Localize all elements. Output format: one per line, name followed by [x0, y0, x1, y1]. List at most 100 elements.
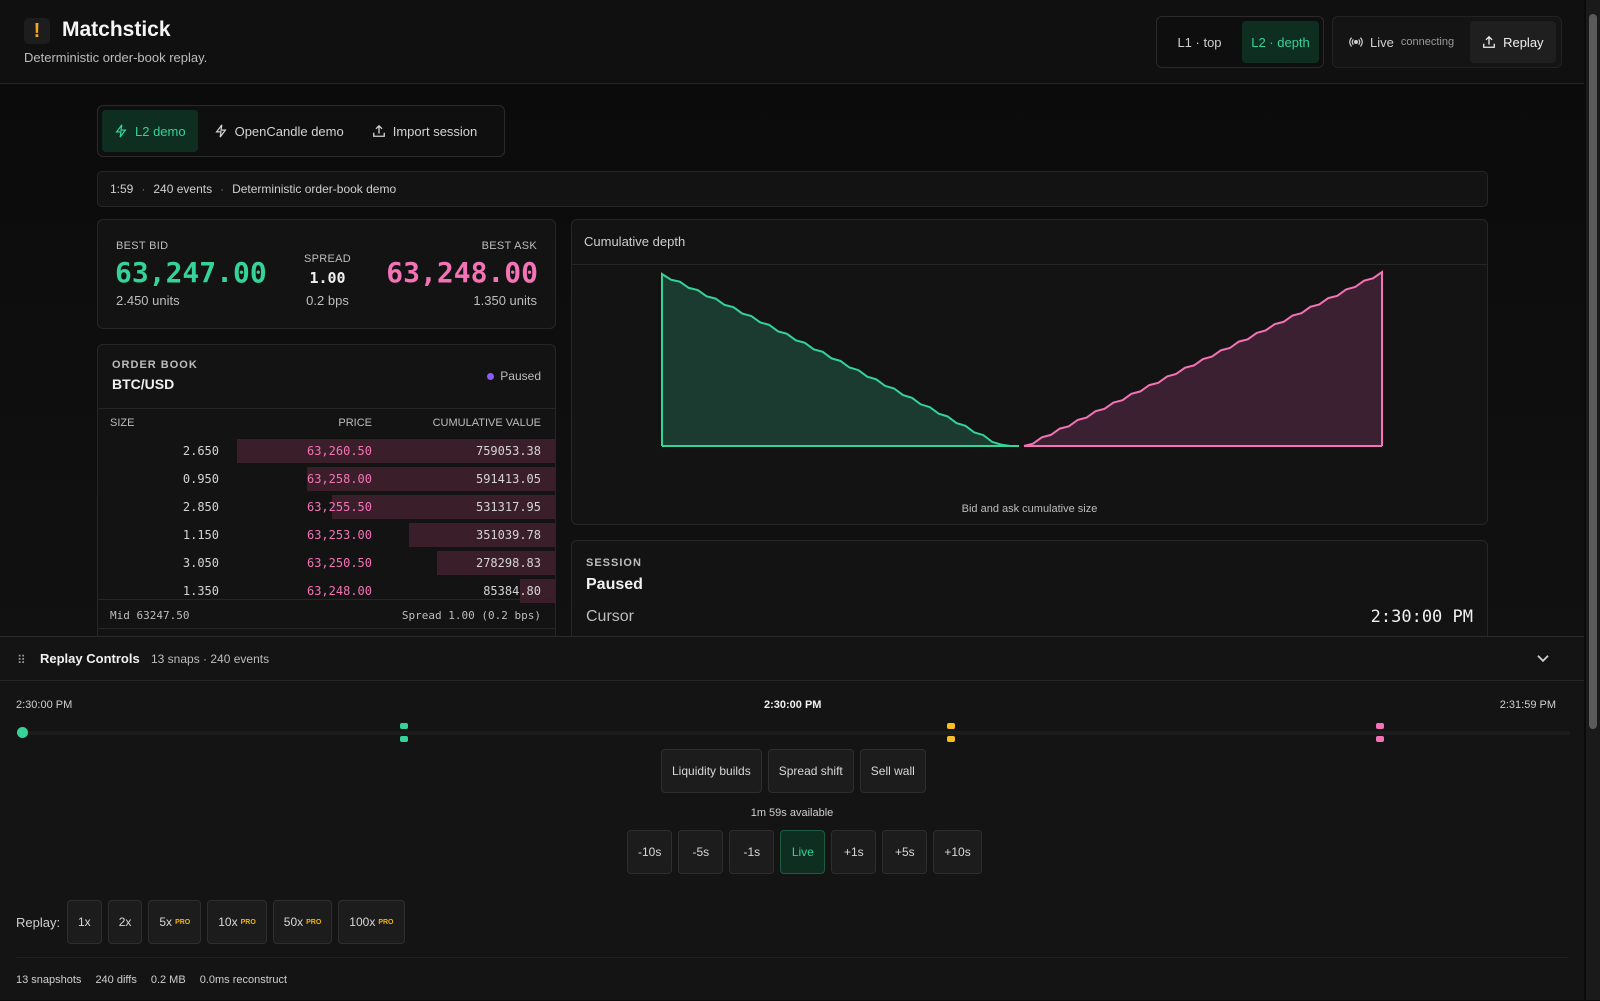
- depth-chart-caption: Bid and ask cumulative size: [961, 503, 1098, 515]
- pro-badge: PRO: [175, 918, 191, 926]
- step-forward-5s-button[interactable]: +5s: [882, 830, 928, 874]
- timeline-event-marker[interactable]: [400, 723, 409, 743]
- ask-size: 1.350: [182, 584, 219, 598]
- ask-price: 63,253.00: [306, 528, 372, 542]
- source-tab-l2-demo[interactable]: L2 demo: [102, 110, 198, 152]
- speed-label: 5x: [159, 915, 173, 929]
- ask-row: 0.950 63,258.00 591413.05: [98, 465, 555, 493]
- best-ask-value: 63,248.00: [386, 256, 538, 289]
- pro-badge: PRO: [378, 918, 394, 926]
- scrollbar-thumb[interactable]: [1589, 14, 1597, 729]
- replay-label: Replay: [1503, 34, 1544, 50]
- session-description: Deterministic order-book demo: [232, 182, 397, 196]
- level-l2-button[interactable]: L2 · depth: [1242, 21, 1319, 63]
- ask-row: 1.150 63,253.00 351039.78: [98, 521, 555, 549]
- ask-size: 0.950: [182, 472, 219, 486]
- step-forward-10s-button[interactable]: +10s: [933, 830, 982, 874]
- step-back-5s-button[interactable]: -5s: [678, 830, 724, 874]
- available-duration: 1m 59s available: [750, 807, 834, 819]
- speed-label: 1x: [78, 915, 91, 929]
- event-jump-buttons: Liquidity builds Spread shift Sell wall: [661, 749, 926, 793]
- source-tabs: L2 demo OpenCandle demo Import session: [97, 105, 505, 157]
- ask-cumulative: 591413.05: [475, 472, 541, 486]
- speed-2x-button[interactable]: 2x: [107, 900, 143, 944]
- timeline-start: 2:30:00 PM: [16, 699, 73, 711]
- stat-reconstruct: 0.0ms reconstruct: [199, 973, 288, 986]
- ask-cumulative: 351039.78: [475, 528, 541, 542]
- ask-row: 3.050 63,250.50 278298.83: [98, 549, 555, 577]
- speed-label: 100x: [349, 915, 376, 929]
- ask-cumulative: 278298.83: [475, 556, 541, 570]
- depth-chart: [661, 270, 1383, 447]
- ask-size: 2.850: [182, 500, 219, 514]
- order-book-kicker: ORDER BOOK: [112, 359, 198, 371]
- live-button[interactable]: Live connecting: [1337, 21, 1466, 63]
- replay-controls-panel: ⠿ Replay Controls 13 snaps · 240 events …: [0, 636, 1584, 1000]
- speed-label: 50x: [283, 915, 304, 929]
- timeline-event-marker[interactable]: [1375, 723, 1384, 743]
- main-area: L2 demo OpenCandle demo Import session 1…: [0, 84, 1584, 636]
- step-back-1s-button[interactable]: -1s: [729, 830, 775, 874]
- page-scrollbar[interactable]: [1586, 0, 1600, 1000]
- speed-label: 2x: [118, 915, 132, 929]
- event-sell-wall-button[interactable]: Sell wall: [859, 749, 926, 793]
- separator: ·: [220, 182, 225, 196]
- column-cumulative: CUMULATIVE VALUE: [432, 417, 541, 429]
- timeline-end: 2:31:59 PM: [1499, 699, 1556, 711]
- session-card: SESSION Paused Cursor 2:30:00 PM: [571, 540, 1488, 636]
- speed-100x-button[interactable]: 100x PRO: [338, 900, 405, 944]
- ask-price: 63,255.50: [306, 500, 372, 514]
- speed-10x-button[interactable]: 10x PRO: [207, 900, 267, 944]
- ask-size: 2.650: [182, 444, 219, 458]
- jump-live-button[interactable]: Live: [780, 830, 826, 874]
- pro-badge: PRO: [240, 918, 256, 926]
- source-tab-opencandle-demo[interactable]: OpenCandle demo: [202, 110, 356, 152]
- depth-chart-card: Cumulative depth Bid and ask cumulative …: [571, 219, 1488, 525]
- replay-speed-label: Replay:: [16, 915, 61, 930]
- step-back-10s-button[interactable]: -10s: [627, 830, 673, 874]
- timeline-track[interactable]: [22, 731, 1570, 735]
- order-book-pair: BTC/USD: [112, 376, 175, 392]
- upload-icon: [1483, 35, 1495, 48]
- speed-5x-button[interactable]: 5x PRO: [148, 900, 202, 944]
- ask-cumulative: 531317.95: [475, 500, 541, 514]
- depth-chart-title: Cumulative depth: [572, 220, 1487, 265]
- session-info-bar: 1:59 · 240 events · Deterministic order-…: [97, 171, 1488, 207]
- source-tab-import-session[interactable]: Import session: [360, 110, 490, 152]
- timeline-current: 2:30:00 PM: [764, 699, 822, 711]
- stat-snapshots: 13 snapshots: [16, 973, 82, 986]
- order-book-columns: SIZE PRICE CUMULATIVE VALUE: [98, 409, 555, 437]
- logo-icon: !: [24, 18, 50, 44]
- event-liquidity-builds-button[interactable]: Liquidity builds: [661, 749, 762, 793]
- replay-speed-buttons: 1x 2x 5x PRO 10x PRO 50x PRO 100x PRO: [67, 900, 405, 944]
- ask-price: 63,248.00: [306, 584, 372, 598]
- ask-rows: 2.650 63,260.50 759053.38 0.950 63,258.00 591…: [98, 437, 555, 605]
- separator: ·: [141, 182, 146, 196]
- timeline-cursor-handle[interactable]: [17, 727, 28, 738]
- speed-1x-button[interactable]: 1x: [67, 900, 102, 944]
- ask-price: 63,258.00: [306, 472, 372, 486]
- app-subtitle: Deterministic order-book replay.: [24, 50, 208, 65]
- live-replay-group: Live connecting Replay: [1332, 16, 1562, 68]
- level-l1-button[interactable]: L1 · top: [1161, 21, 1238, 63]
- drag-handle-icon[interactable]: ⠿: [17, 653, 26, 667]
- replay-button[interactable]: Replay: [1470, 21, 1556, 63]
- live-state: connecting: [1400, 36, 1455, 48]
- best-bid-label: BEST BID: [116, 240, 169, 252]
- session-duration: 1:59: [110, 182, 134, 196]
- app-header: ! Matchstick Deterministic order-book re…: [0, 0, 1584, 84]
- speed-50x-button[interactable]: 50x PRO: [272, 900, 333, 944]
- ask-price: 63,250.50: [306, 556, 372, 570]
- replay-controls-meta: 13 snaps · 240 events: [151, 652, 270, 666]
- event-spread-shift-button[interactable]: Spread shift: [767, 749, 854, 793]
- speed-label: 10x: [218, 915, 238, 929]
- order-book: ORDER BOOK BTC/USD Paused SIZE PRICE CUM…: [97, 344, 556, 636]
- timeline-event-marker[interactable]: [946, 723, 955, 743]
- ask-row: 2.850 63,255.50 531317.95: [98, 493, 555, 521]
- upload-icon: [372, 124, 385, 137]
- stat-size: 0.2 MB: [150, 973, 186, 986]
- chevron-down-icon[interactable]: [1534, 649, 1552, 667]
- step-forward-1s-button[interactable]: +1s: [831, 830, 877, 874]
- bolt-icon: [115, 124, 127, 138]
- order-book-status: Paused: [487, 369, 541, 383]
